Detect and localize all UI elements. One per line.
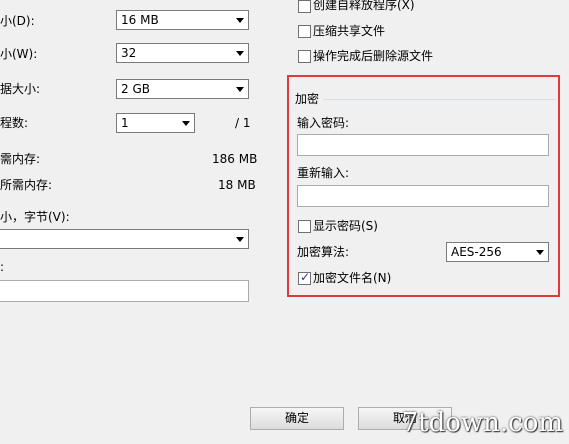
chevron-down-icon <box>236 51 244 56</box>
ok-button[interactable]: 确定 <box>250 407 344 430</box>
dictionary-size-value: 16 MB <box>121 13 159 27</box>
compress-shared-checkbox[interactable] <box>298 25 311 38</box>
encryption-method-value: AES-256 <box>451 245 502 259</box>
compress-shared-label: 压缩共享文件 <box>313 24 386 38</box>
solid-block-size-select[interactable]: 2 GB <box>116 79 249 99</box>
create-sfx-checkbox[interactable] <box>298 0 311 13</box>
encryption-method-label: 加密算法: <box>297 245 350 259</box>
reenter-password-label: 重新输入: <box>297 166 350 180</box>
word-size-label: 小(W): <box>0 47 38 61</box>
parameters-label: : <box>0 260 5 274</box>
solid-block-size-label: 据大小: <box>0 82 41 96</box>
chevron-down-icon <box>236 237 244 242</box>
chevron-down-icon <box>182 121 190 126</box>
password-label: 输入密码: <box>297 116 350 130</box>
word-size-select[interactable]: 32 <box>116 43 249 63</box>
encrypt-filenames-checkbox[interactable] <box>298 270 311 285</box>
show-password-checkbox[interactable] <box>298 220 311 233</box>
group-divider <box>323 99 556 100</box>
word-size-value: 32 <box>121 46 137 60</box>
password-input[interactable] <box>297 134 549 156</box>
threads-label: 程数: <box>0 116 29 130</box>
decompress-memory-value: 18 MB <box>218 178 256 192</box>
encryption-group-title: 加密 <box>295 92 320 106</box>
encryption-method-select[interactable]: AES-256 <box>446 242 549 262</box>
reenter-password-input[interactable] <box>297 185 549 207</box>
decompress-memory-label: 所需内存: <box>0 178 53 192</box>
threads-total: / 1 <box>235 116 251 130</box>
site-watermark: 7tdown.com <box>401 408 563 438</box>
volume-size-label: 小，字节(V): <box>0 210 70 224</box>
solid-block-size-value: 2 GB <box>121 82 150 96</box>
delete-after-label: 操作完成后删除源文件 <box>313 49 434 63</box>
parameters-input[interactable] <box>0 280 249 302</box>
encrypt-filenames-label: 加密文件名(N) <box>313 271 392 285</box>
compress-memory-value: 186 MB <box>212 152 258 166</box>
delete-after-checkbox[interactable] <box>298 50 311 63</box>
chevron-down-icon <box>236 18 244 23</box>
threads-select[interactable]: 1 <box>116 113 195 133</box>
threads-value: 1 <box>121 116 129 130</box>
create-sfx-label: 创建自释放程序(X) <box>313 0 415 12</box>
dictionary-size-label: 小(D): <box>0 14 35 28</box>
show-password-label: 显示密码(S) <box>313 219 378 233</box>
chevron-down-icon <box>536 250 544 255</box>
chevron-down-icon <box>236 87 244 92</box>
volume-size-select[interactable] <box>0 229 249 249</box>
dictionary-size-select[interactable]: 16 MB <box>116 10 249 30</box>
compress-memory-label: 需内存: <box>0 152 41 166</box>
